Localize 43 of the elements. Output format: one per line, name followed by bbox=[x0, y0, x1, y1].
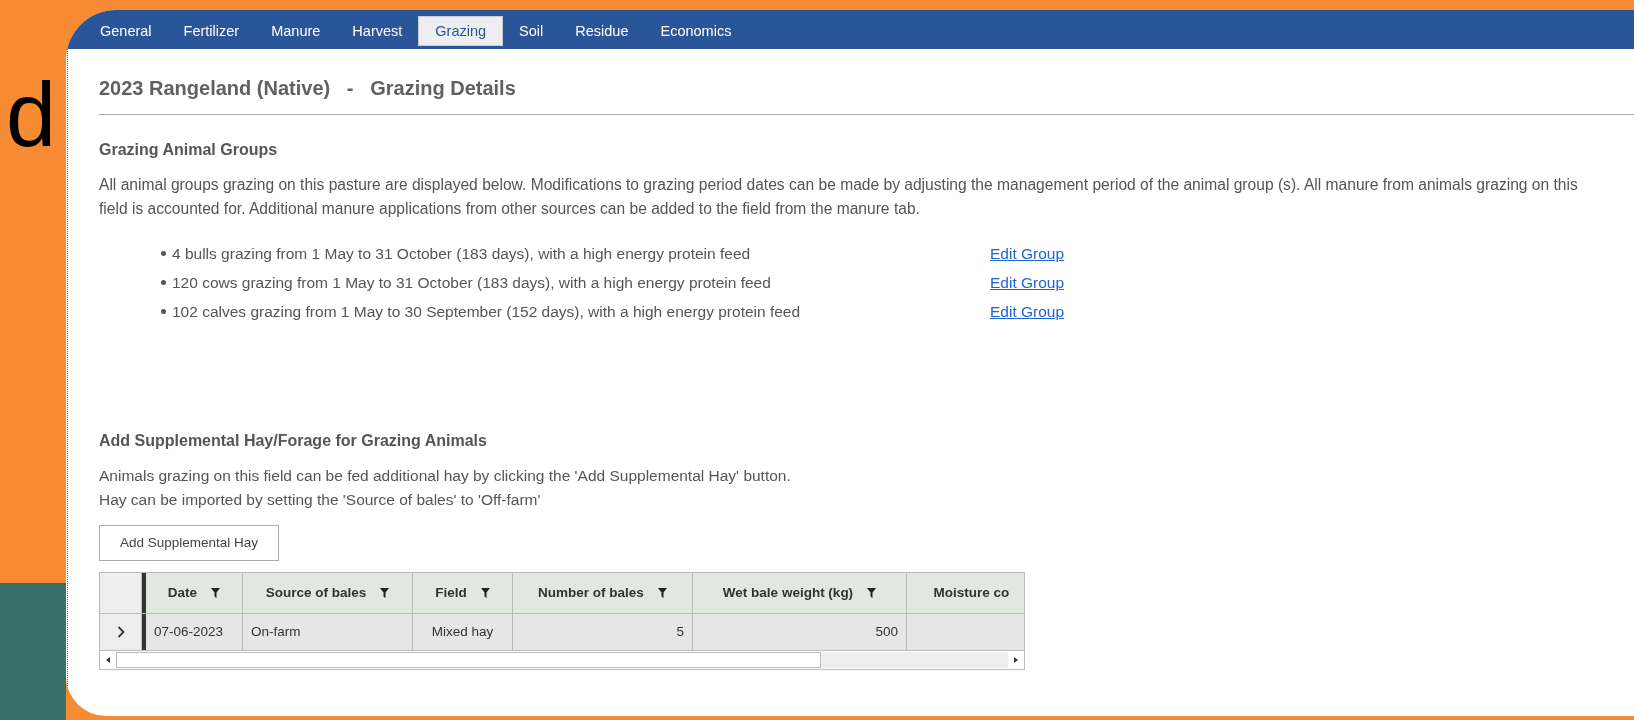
filter-icon[interactable] bbox=[480, 587, 490, 598]
instruction-text: Animals grazing on this field can be fed additional hay by clicking the 'Add Supplemental Hay' button. bbox=[99, 466, 792, 487]
tab[interactable]: Fertilizer bbox=[167, 16, 256, 46]
table-cell: Mixed hay bbox=[431, 624, 494, 640]
scroll-thumb[interactable] bbox=[116, 651, 821, 668]
tab[interactable]: Soil bbox=[503, 16, 560, 46]
large-letter: d bbox=[6, 70, 57, 160]
bullet-icon bbox=[161, 251, 166, 257]
edit-group-link[interactable]: Edit Group bbox=[990, 302, 1065, 321]
table-cell: On-farm bbox=[251, 624, 301, 640]
bullet-icon bbox=[161, 309, 166, 315]
filter-icon[interactable] bbox=[380, 587, 390, 598]
tab[interactable]: Grazing bbox=[418, 16, 504, 46]
column-header[interactable]: Source of bales bbox=[243, 572, 413, 613]
group-description: 120 cows grazing from 1 May to 31 October (183 days), with a high energy protein feed bbox=[172, 273, 772, 292]
page-title: 2023 Rangeland (Native) - Grazing Details bbox=[99, 77, 517, 100]
group-description: 4 bulls grazing from 1 May to 31 October (183 days), with a high energy protein feed bbox=[172, 244, 752, 263]
filter-icon[interactable] bbox=[867, 587, 877, 598]
column-header[interactable]: Wet bale weight (kg) bbox=[693, 572, 907, 613]
section-heading: Grazing Animal Groups bbox=[99, 141, 279, 159]
edit-group-link[interactable]: Edit Group bbox=[990, 244, 1065, 263]
bullet-icon bbox=[161, 280, 166, 286]
column-header[interactable]: Moisture co bbox=[907, 572, 1024, 613]
tab[interactable]: Manure bbox=[255, 16, 337, 46]
table-cell: 500 bbox=[875, 624, 898, 640]
column-header[interactable]: Date bbox=[146, 572, 243, 613]
instruction-text: Hay can be imported by setting the 'Source of bales' to 'Off-farm' bbox=[99, 489, 542, 510]
tab[interactable]: Residue bbox=[559, 16, 645, 46]
tab[interactable]: Economics bbox=[644, 16, 748, 46]
tab[interactable]: Harvest bbox=[336, 16, 419, 46]
section-heading: Add Supplemental Hay/Forage for Grazing Animals bbox=[99, 432, 488, 451]
filter-icon[interactable] bbox=[657, 587, 667, 598]
edit-group-link[interactable]: Edit Group bbox=[990, 273, 1065, 292]
table-cell: 5 bbox=[676, 624, 684, 640]
add-hay-button[interactable]: Add Supplemental Hay bbox=[99, 524, 280, 561]
column-header[interactable]: Field bbox=[413, 572, 513, 613]
column-header[interactable]: Number of bales bbox=[513, 572, 693, 613]
group-description: 102 calves grazing from 1 May to 30 September (152 days), with a high energy protein feed bbox=[172, 302, 802, 321]
expand-chevron-icon[interactable] bbox=[116, 625, 125, 638]
description-paragraph: All animal groups grazing on this pasture are displayed below. Modifications to grazing period dates can be made by adjusting the management period of the animal group (s). All manure from animals grazing on this field is accounted for. Additional manure applications from other sources can be added to the field from the manure tab. bbox=[99, 175, 1579, 220]
table-cell: 07-06-2023 bbox=[154, 624, 224, 640]
filter-icon[interactable] bbox=[211, 587, 221, 598]
tab[interactable]: General bbox=[84, 16, 168, 46]
